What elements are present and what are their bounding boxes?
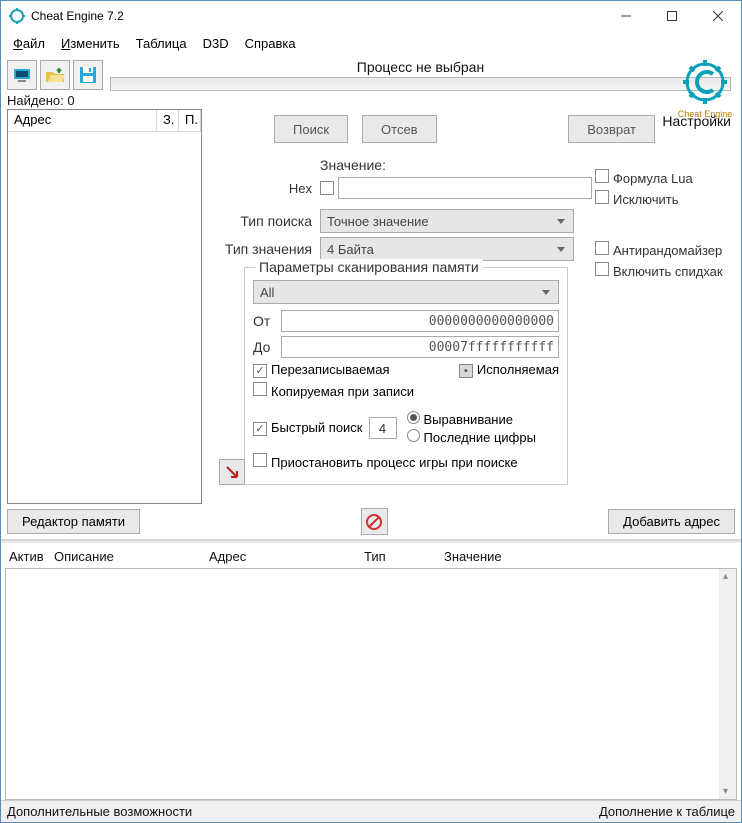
col-taddress[interactable]: Адрес (205, 547, 360, 566)
scan-type-label: Тип поиска (220, 213, 320, 229)
found-label: Найдено: (7, 93, 64, 108)
alignment-radio[interactable]: Выравнивание (407, 411, 536, 427)
writable-checkbox[interactable]: Перезаписываемая (253, 362, 390, 378)
titlebar: Cheat Engine 7.2 (1, 1, 741, 31)
disable-button[interactable] (361, 508, 388, 535)
status-right[interactable]: Дополнение к таблице (599, 804, 735, 819)
toolbar: Процесс не выбран Cheat Engine (1, 56, 741, 92)
value-label: Значение: (320, 157, 386, 173)
cheat-table-header: Актив Описание Адрес Тип Значение (1, 545, 741, 568)
status-left[interactable]: Дополнительные возможности (7, 804, 192, 819)
progress-bar (110, 77, 731, 91)
col-address[interactable]: Адрес (8, 110, 157, 131)
to-label: До (253, 339, 281, 355)
col-value[interactable]: Значение (440, 547, 737, 566)
antirandom-checkbox[interactable]: Антирандомайзер (595, 241, 735, 258)
undo-scan-button[interactable]: Возврат (568, 115, 655, 143)
col-p[interactable]: П. (179, 110, 201, 131)
menubar: Файл Изменить Таблица D3D Справка (1, 31, 741, 56)
executable-checkbox[interactable]: ▪Исполняемая (459, 362, 559, 378)
memory-view-button[interactable]: Редактор памяти (7, 509, 140, 534)
value-type-label: Тип значения (220, 241, 320, 257)
menu-edit[interactable]: Изменить (55, 34, 126, 53)
process-label: Процесс не выбран (357, 59, 484, 75)
scrollbar[interactable] (719, 569, 736, 799)
menu-d3d[interactable]: D3D (197, 34, 235, 53)
lua-formula-checkbox[interactable]: Формула Lua (595, 169, 735, 186)
statusbar: Дополнительные возможности Дополнение к … (1, 800, 741, 822)
cheat-table[interactable] (5, 568, 737, 800)
scan-panel: Настройки Поиск Отсев Возврат Формула Lu… (220, 109, 735, 504)
fast-scan-checkbox[interactable]: Быстрый поиск (253, 420, 363, 436)
menu-table[interactable]: Таблица (130, 34, 193, 53)
hex-checkbox[interactable] (320, 181, 334, 195)
scan-type-combo[interactable]: Точное значение (320, 209, 574, 233)
speedhack-checkbox[interactable]: Включить спидхак (595, 262, 735, 279)
app-icon (9, 8, 25, 24)
col-desc[interactable]: Описание (50, 547, 205, 566)
results-list[interactable]: Адрес З. П. (7, 109, 202, 504)
splitter[interactable] (1, 539, 741, 543)
region-combo[interactable]: All (253, 280, 559, 304)
results-header: Адрес З. П. (8, 110, 201, 132)
cow-checkbox[interactable]: Копируемая при записи (253, 382, 414, 399)
col-active[interactable]: Актив (5, 547, 50, 566)
value-type-combo[interactable]: 4 Байта (320, 237, 574, 261)
first-scan-button[interactable]: Поиск (274, 115, 348, 143)
menu-help[interactable]: Справка (239, 34, 302, 53)
value-input[interactable] (338, 177, 592, 199)
minimize-button[interactable] (603, 1, 649, 31)
expand-button[interactable] (219, 459, 245, 485)
hex-label: Hex (289, 181, 312, 196)
save-button[interactable] (73, 60, 103, 90)
pause-game-checkbox[interactable]: Приостановить процесс игры при поиске (253, 453, 518, 470)
menu-file[interactable]: Файл (7, 34, 51, 53)
last-digits-radio[interactable]: Последние цифры (407, 429, 536, 445)
open-button[interactable] (40, 60, 70, 90)
close-button[interactable] (695, 1, 741, 31)
fast-scan-value[interactable]: 4 (369, 417, 397, 439)
add-address-button[interactable]: Добавить адрес (608, 509, 735, 534)
maximize-button[interactable] (649, 1, 695, 31)
col-type[interactable]: Тип (360, 547, 440, 566)
to-input[interactable] (281, 336, 559, 358)
col-z[interactable]: З. (157, 110, 179, 131)
memory-scan-options: Параметры сканирования памяти All От До … (244, 267, 568, 485)
found-row: Найдено: 0 (1, 92, 741, 109)
settings-link[interactable]: Настройки (662, 113, 731, 129)
from-input[interactable] (281, 310, 559, 332)
scan-legend: Параметры сканирования памяти (255, 259, 483, 275)
found-count: 0 (67, 93, 74, 108)
from-label: От (253, 313, 281, 329)
next-scan-button[interactable]: Отсев (362, 115, 437, 143)
process-list-button[interactable] (7, 60, 37, 90)
window-title: Cheat Engine 7.2 (31, 9, 603, 23)
exclude-checkbox[interactable]: Исключить (595, 190, 735, 207)
